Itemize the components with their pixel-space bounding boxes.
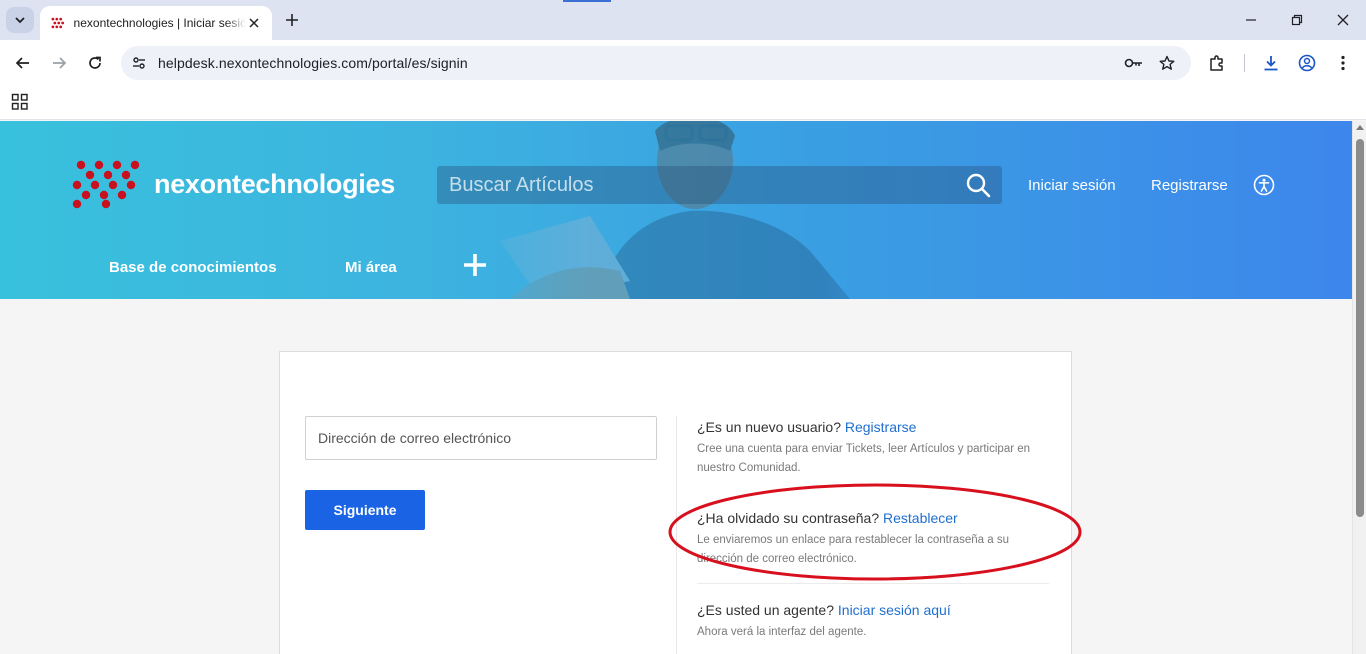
restore-icon bbox=[1291, 14, 1303, 26]
email-field[interactable] bbox=[305, 416, 657, 460]
new-user-question-line: ¿Es un nuevo usuario? Registrarse bbox=[697, 419, 1049, 435]
close-icon bbox=[249, 18, 259, 28]
toolbar-separator bbox=[1244, 54, 1245, 72]
article-search-input[interactable] bbox=[449, 166, 949, 204]
next-button[interactable]: Siguiente bbox=[305, 490, 425, 530]
site-info-button[interactable] bbox=[129, 53, 149, 73]
minimize-icon bbox=[1246, 19, 1256, 21]
agent-section: ¿Es usted un agente? Iniciar sesión aquí… bbox=[697, 602, 1049, 642]
browser-menu-button[interactable] bbox=[1331, 51, 1355, 75]
tab-close-button[interactable] bbox=[246, 15, 262, 31]
bookmarks-bar bbox=[0, 86, 1366, 120]
apps-grid-icon[interactable] bbox=[11, 93, 29, 111]
add-plus-icon[interactable] bbox=[462, 252, 488, 278]
portal-header: nexontechnologies Iniciar sesión Registr… bbox=[0, 121, 1352, 299]
downloads-button[interactable] bbox=[1259, 51, 1283, 75]
agent-question-line: ¿Es usted un agente? Iniciar sesión aquí bbox=[697, 602, 1049, 618]
portal-logo[interactable]: nexontechnologies bbox=[72, 159, 395, 209]
hero-background-photo bbox=[500, 121, 850, 299]
header-sign-in-link[interactable]: Iniciar sesión bbox=[1028, 177, 1116, 194]
tab-strip-accent bbox=[563, 0, 611, 2]
register-link[interactable]: Registrarse bbox=[845, 419, 917, 435]
bookmark-star-button[interactable] bbox=[1157, 53, 1177, 73]
password-key-button[interactable] bbox=[1124, 53, 1144, 73]
site-favicon-icon bbox=[51, 17, 64, 29]
tab-search-button[interactable] bbox=[6, 7, 34, 33]
highlight-ellipse bbox=[668, 483, 1082, 581]
chevron-down-icon bbox=[15, 17, 25, 24]
reload-button[interactable] bbox=[83, 51, 107, 75]
address-bar[interactable]: helpdesk.nexontechnologies.com/portal/es… bbox=[121, 46, 1191, 80]
minimize-button[interactable] bbox=[1239, 8, 1263, 32]
url-text: helpdesk.nexontechnologies.com/portal/es… bbox=[158, 55, 468, 71]
tune-icon bbox=[133, 57, 145, 69]
accessibility-icon[interactable] bbox=[1253, 174, 1275, 196]
new-user-description: Cree una cuenta para enviar Tickets, lee… bbox=[697, 443, 1031, 474]
puzzle-icon bbox=[1210, 55, 1223, 71]
agent-sign-in-link[interactable]: Iniciar sesión aquí bbox=[838, 602, 951, 618]
tab-strip: nexontechnologies | Iniciar sesión bbox=[0, 0, 1366, 40]
new-user-question: ¿Es un nuevo usuario? bbox=[697, 419, 841, 435]
plus-icon bbox=[286, 14, 298, 26]
section-divider bbox=[697, 583, 1049, 584]
arrow-left-icon bbox=[15, 57, 29, 69]
logo-dots-icon bbox=[72, 160, 140, 209]
close-window-button[interactable] bbox=[1331, 8, 1355, 32]
download-icon bbox=[1264, 56, 1278, 71]
account-circle-icon bbox=[1298, 54, 1316, 72]
page-viewport: nexontechnologies Iniciar sesión Registr… bbox=[0, 121, 1352, 654]
browser-tab[interactable]: nexontechnologies | Iniciar sesión bbox=[40, 6, 272, 40]
article-search bbox=[437, 166, 1002, 204]
close-icon bbox=[1337, 14, 1349, 26]
reload-icon bbox=[89, 56, 101, 69]
key-icon bbox=[1124, 58, 1142, 68]
page-scrollbar[interactable] bbox=[1352, 121, 1366, 654]
scroll-thumb[interactable] bbox=[1356, 139, 1364, 517]
search-icon[interactable] bbox=[965, 172, 991, 198]
tab-title: nexontechnologies | Iniciar sesión bbox=[73, 16, 247, 30]
back-button[interactable] bbox=[11, 51, 35, 75]
extensions-button[interactable] bbox=[1205, 51, 1229, 75]
more-vertical-icon bbox=[1341, 55, 1345, 71]
nav-my-area[interactable]: Mi área bbox=[345, 259, 397, 276]
logo-text: nexontechnologies bbox=[154, 168, 395, 199]
browser-toolbar: helpdesk.nexontechnologies.com/portal/es… bbox=[0, 40, 1366, 86]
scroll-up-arrow[interactable] bbox=[1356, 125, 1364, 130]
header-register-link[interactable]: Registrarse bbox=[1151, 177, 1228, 194]
new-user-section: ¿Es un nuevo usuario? Registrarse Cree u… bbox=[697, 419, 1049, 478]
arrow-right-icon bbox=[53, 57, 67, 69]
nav-knowledge-base[interactable]: Base de conocimientos bbox=[109, 259, 277, 276]
restore-button[interactable] bbox=[1285, 8, 1309, 32]
agent-description: Ahora verá la interfaz del agente. bbox=[697, 626, 867, 638]
new-tab-button[interactable] bbox=[282, 10, 302, 30]
star-icon bbox=[1159, 55, 1175, 70]
forward-button[interactable] bbox=[47, 51, 71, 75]
agent-question: ¿Es usted un agente? bbox=[697, 602, 834, 618]
profile-button[interactable] bbox=[1295, 51, 1319, 75]
